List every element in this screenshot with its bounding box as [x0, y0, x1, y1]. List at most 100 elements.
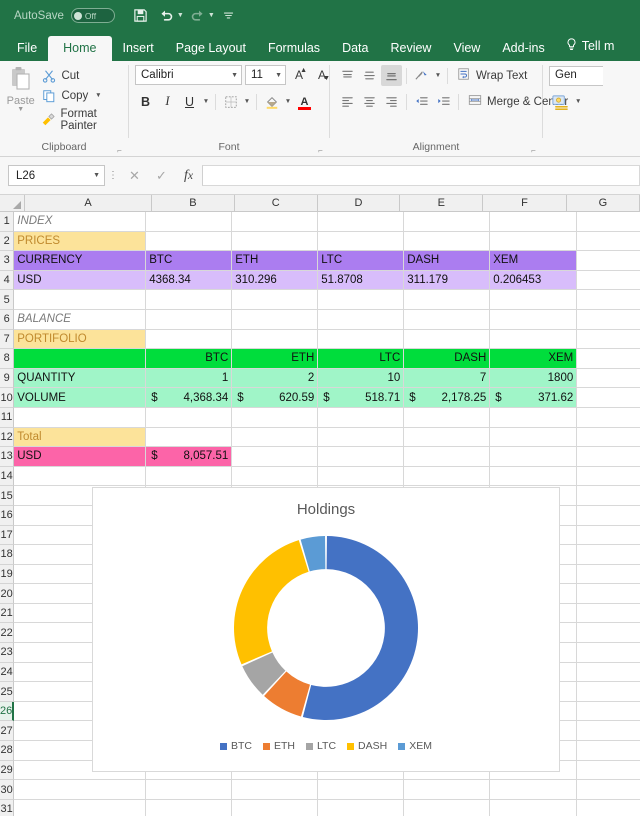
italic-button[interactable]: I: [157, 91, 178, 112]
bold-button[interactable]: B: [135, 91, 156, 112]
cell-F4[interactable]: 0.206453: [490, 270, 578, 291]
cell-D13[interactable]: [318, 447, 405, 467]
cell-G14[interactable]: [577, 467, 640, 487]
increase-font-size-button[interactable]: A ▲: [289, 65, 309, 85]
tab-file[interactable]: File: [6, 36, 48, 62]
select-all-corner[interactable]: [0, 195, 26, 212]
row-header-23[interactable]: 23: [0, 643, 15, 663]
cell-E2[interactable]: [404, 231, 491, 252]
row-header-21[interactable]: 21: [0, 603, 15, 624]
cell-E5[interactable]: [404, 290, 491, 310]
wrap-text-button[interactable]: Wrap Text: [452, 67, 527, 84]
cell-F3[interactable]: XEM: [490, 251, 578, 271]
cell-G4[interactable]: [577, 271, 640, 291]
format-painter-button[interactable]: Format Painter: [41, 108, 128, 132]
row-header-11[interactable]: 11: [0, 407, 15, 428]
cell-D4[interactable]: 51.8708: [318, 270, 405, 291]
cell-G9[interactable]: [577, 369, 640, 389]
cell-E14[interactable]: [404, 466, 491, 487]
copy-dropdown-icon[interactable]: ▼: [93, 92, 103, 99]
row-header-9[interactable]: 9: [0, 368, 15, 389]
cell-E10[interactable]: $2,178.25: [404, 388, 491, 408]
cell-A6[interactable]: BALANCE: [14, 309, 147, 330]
tell-me-box[interactable]: Tell m: [556, 32, 619, 61]
cell-G30[interactable]: [577, 780, 640, 800]
tab-page-layout[interactable]: Page Layout: [165, 36, 257, 62]
row-header-27[interactable]: 27: [0, 721, 15, 742]
row-header-25[interactable]: 25: [0, 682, 15, 702]
legend-item-ETH[interactable]: ETH: [262, 740, 295, 752]
column-header-A[interactable]: A: [25, 195, 153, 212]
paste-dropdown-icon[interactable]: ▼: [17, 106, 24, 113]
cell-F8[interactable]: XEM: [490, 349, 578, 369]
cell-C9[interactable]: 2: [232, 368, 319, 389]
formula-bar-handle[interactable]: ⋮: [105, 170, 121, 181]
row-header-30[interactable]: 30: [0, 780, 15, 800]
autosave-toggle[interactable]: Off: [70, 8, 115, 23]
cell-B10[interactable]: $4,368.34: [146, 388, 233, 408]
cell-D10[interactable]: $518.71: [318, 388, 405, 408]
column-header-B[interactable]: B: [152, 195, 235, 212]
align-middle-icon[interactable]: [359, 65, 380, 86]
font-dialog-launcher-icon[interactable]: ⌐: [316, 146, 325, 155]
cell-F7[interactable]: [490, 329, 578, 350]
legend-item-DASH[interactable]: DASH: [347, 740, 387, 752]
cell-F11[interactable]: [490, 407, 578, 428]
cell-D30[interactable]: [318, 780, 405, 800]
cell-C14[interactable]: [232, 466, 319, 487]
cell-A30[interactable]: [14, 780, 147, 800]
row-header-16[interactable]: 16: [0, 505, 15, 526]
column-header-D[interactable]: D: [317, 195, 401, 212]
cut-button[interactable]: Cut: [41, 68, 128, 83]
cell-E11[interactable]: [404, 407, 491, 428]
cell-C1[interactable]: [232, 212, 319, 232]
row-header-22[interactable]: 22: [0, 623, 15, 644]
customize-quick-access-icon[interactable]: [217, 4, 241, 28]
cell-G20[interactable]: [577, 584, 640, 604]
donut-segment-DASH[interactable]: [234, 540, 309, 665]
accounting-number-format-icon[interactable]: [543, 86, 570, 117]
cell-C5[interactable]: [232, 290, 319, 310]
cell-F30[interactable]: [490, 780, 578, 800]
cell-G6[interactable]: [577, 310, 640, 330]
cell-F13[interactable]: [490, 447, 578, 467]
cell-F5[interactable]: [490, 290, 578, 310]
cell-C12[interactable]: [232, 427, 319, 448]
cell-C3[interactable]: ETH: [232, 251, 319, 271]
cell-A13[interactable]: USD: [14, 447, 147, 467]
cell-D31[interactable]: [318, 799, 405, 816]
cell-A2[interactable]: PRICES: [14, 231, 147, 252]
undo-dropdown-icon[interactable]: ▼: [177, 12, 184, 19]
align-right-icon[interactable]: [381, 91, 402, 112]
cell-E3[interactable]: DASH: [404, 251, 491, 271]
legend-item-XEM[interactable]: XEM: [398, 740, 432, 752]
underline-dropdown-icon[interactable]: ▼: [201, 98, 211, 105]
cell-G8[interactable]: [577, 349, 640, 369]
cell-G25[interactable]: [577, 682, 640, 702]
font-size-combo[interactable]: 11 ▼: [245, 65, 286, 85]
cell-C13[interactable]: [232, 447, 319, 467]
cell-E13[interactable]: [404, 447, 491, 467]
cell-D8[interactable]: LTC: [318, 349, 405, 369]
tab-data[interactable]: Data: [331, 36, 379, 62]
cell-D14[interactable]: [318, 466, 405, 487]
increase-indent-icon[interactable]: [433, 91, 454, 112]
align-bottom-icon[interactable]: [381, 65, 402, 86]
tab-view[interactable]: View: [442, 36, 491, 62]
row-header-26[interactable]: 26: [0, 701, 15, 722]
cell-G10[interactable]: [577, 388, 640, 408]
row-header-29[interactable]: 29: [0, 760, 15, 781]
tab-add-ins[interactable]: Add-ins: [491, 36, 555, 62]
row-header-1[interactable]: 1: [0, 212, 15, 232]
tab-review[interactable]: Review: [379, 36, 442, 62]
cell-A1[interactable]: INDEX: [14, 212, 147, 232]
cell-G19[interactable]: [577, 565, 640, 585]
tab-formulas[interactable]: Formulas: [257, 36, 331, 62]
row-header-15[interactable]: 15: [0, 486, 15, 506]
cell-A7[interactable]: PORTIFOLIO: [14, 329, 147, 350]
alignment-dialog-launcher-icon[interactable]: ⌐: [529, 146, 538, 155]
row-header-2[interactable]: 2: [0, 231, 15, 252]
chart-object-holdings[interactable]: Holdings BTC ETH LTC DASH XEM: [92, 487, 560, 772]
copy-button[interactable]: Copy ▼: [41, 88, 128, 103]
row-header-8[interactable]: 8: [0, 349, 15, 369]
